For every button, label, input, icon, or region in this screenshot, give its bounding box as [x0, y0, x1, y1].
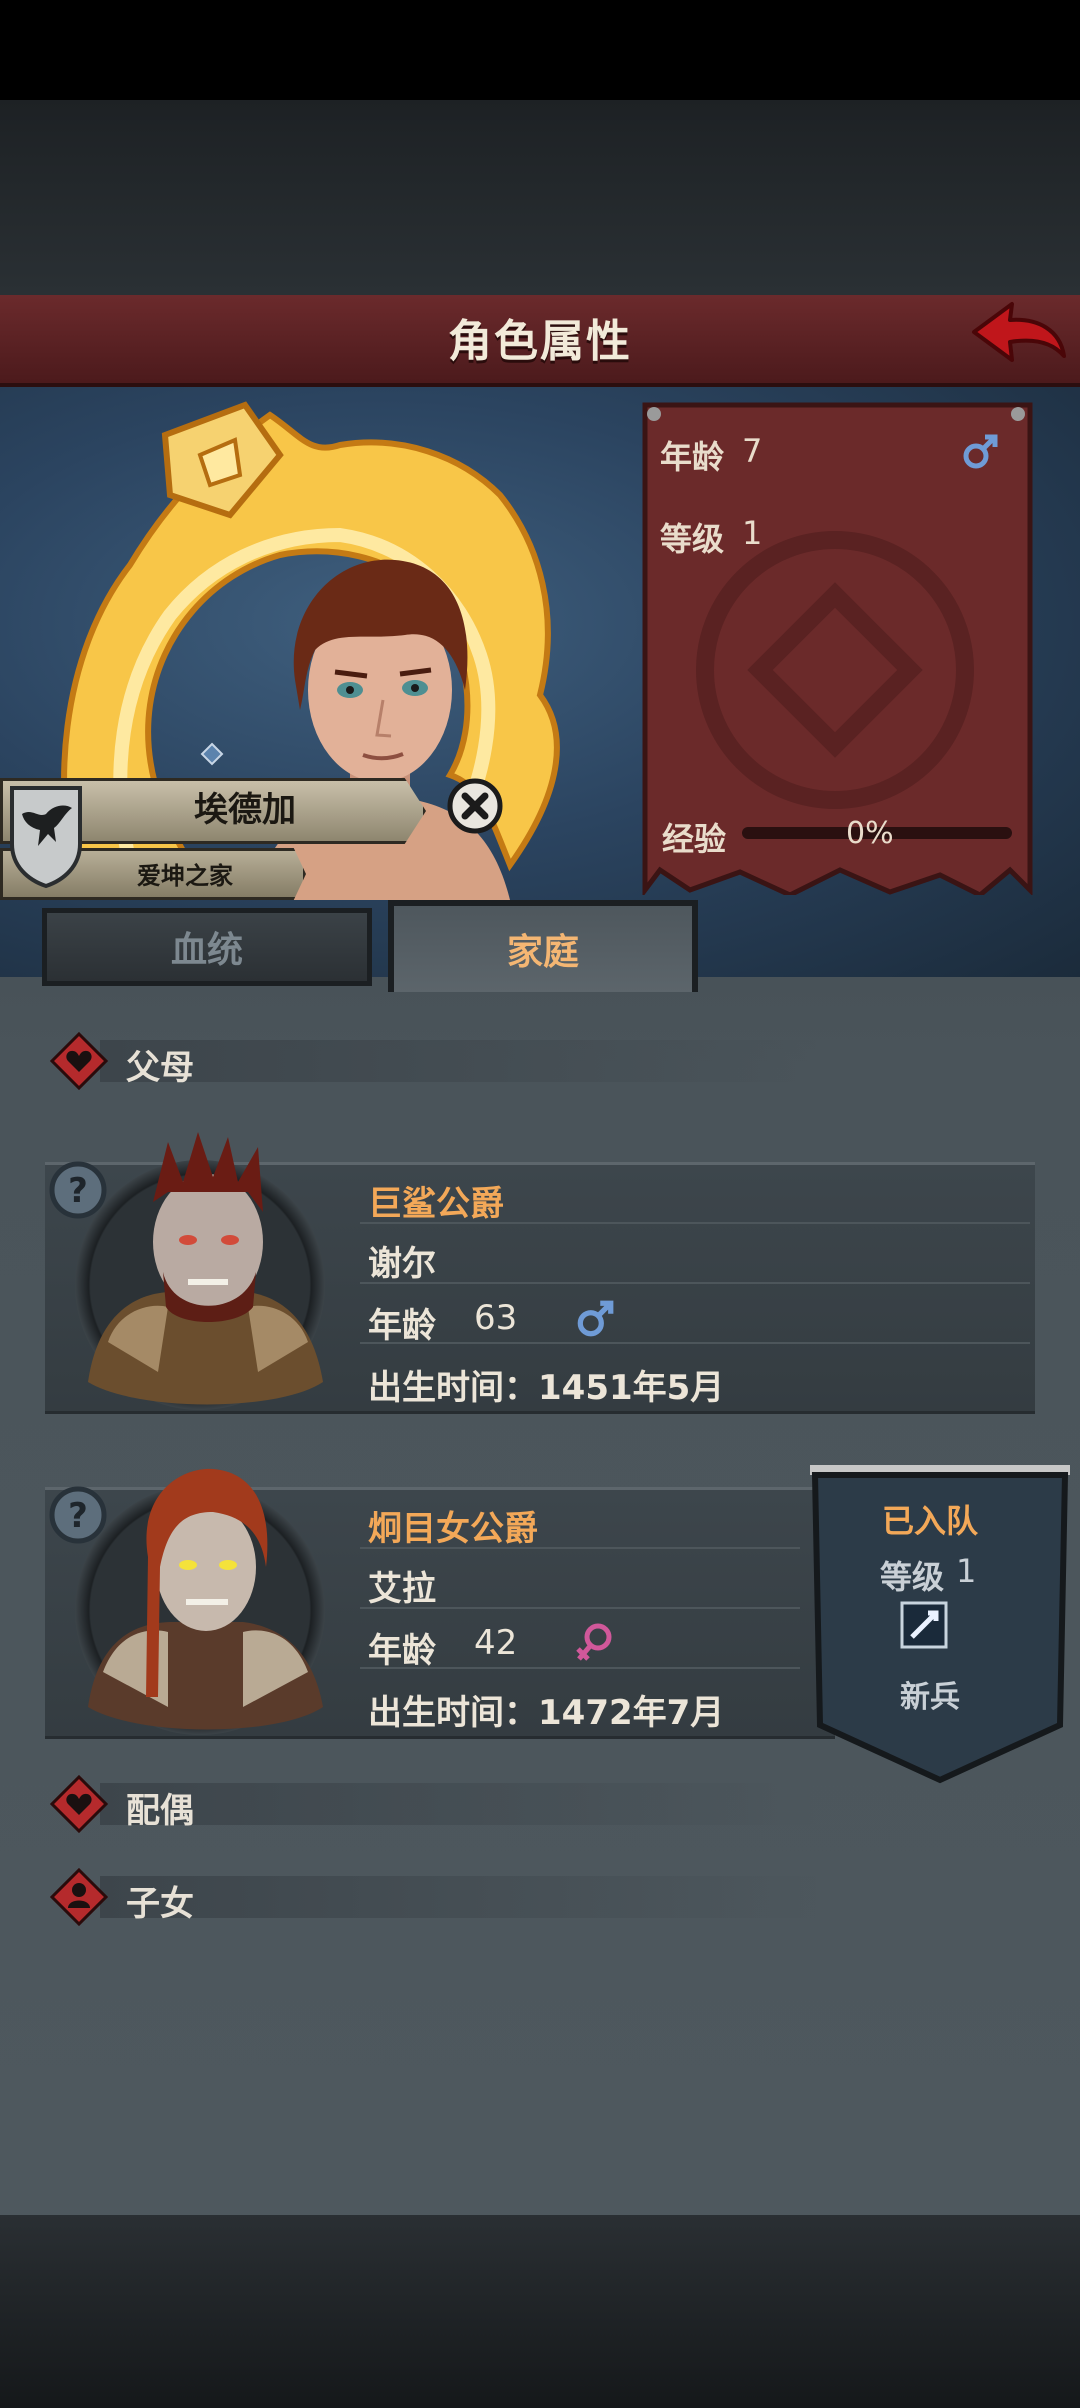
exp-value: 0%	[846, 816, 894, 851]
character-portrait	[255, 559, 510, 900]
children-icon	[50, 1868, 108, 1926]
parent-birth: 出生时间：1451年5月	[368, 1368, 725, 1408]
section-children: 子女	[50, 1868, 830, 1926]
parent-portrait	[88, 1468, 323, 1730]
heart-icon	[50, 1775, 108, 1833]
dismiss-button[interactable]	[447, 778, 503, 834]
parent-card[interactable]: ? 巨鲨公爵 谢尔 年龄 63 出生时间：1451年5月	[0, 1132, 1080, 1414]
close-icon	[447, 778, 503, 834]
bottom-backdrop	[0, 2215, 1080, 2408]
team-level-value: 1	[956, 1552, 977, 1590]
parent-age-label: 年龄	[368, 1631, 436, 1671]
age-label: 年龄	[660, 438, 725, 476]
age-value: 7	[742, 432, 763, 470]
male-icon	[577, 1300, 614, 1337]
tab-family[interactable]: 家庭	[388, 900, 698, 992]
parent-name: 谢尔	[368, 1244, 436, 1284]
parent-portrait	[88, 1132, 323, 1405]
section-label: 父母	[126, 1048, 194, 1088]
back-arrow-icon	[972, 302, 1066, 362]
help-icon[interactable]: ?	[48, 1485, 108, 1545]
section-parents: 父母	[50, 1032, 830, 1090]
help-icon[interactable]: ?	[48, 1160, 108, 1220]
section-label: 配偶	[126, 1791, 194, 1831]
team-status: 已入队	[881, 1502, 978, 1540]
parent-age-label: 年龄	[368, 1306, 436, 1346]
parent-age-value: 63	[474, 1298, 518, 1338]
house-crest-icon[interactable]	[8, 784, 84, 888]
section-label: 子女	[126, 1884, 194, 1924]
house-name: 爱坤之家	[137, 862, 233, 890]
exp-label: 经验	[662, 820, 727, 858]
parent-title: 炯目女公爵	[368, 1509, 538, 1549]
parent-birth: 出生时间：1472年7月	[368, 1693, 725, 1733]
back-button[interactable]	[968, 296, 1068, 376]
svg-text:?: ?	[68, 1496, 88, 1536]
page-title: 角色属性	[448, 316, 632, 367]
team-level-label: 等级	[880, 1558, 945, 1596]
team-rank: 新兵	[900, 1680, 960, 1715]
section-spouse: 配偶	[50, 1775, 830, 1833]
upgrade-marker-icon	[200, 742, 224, 766]
male-icon	[963, 434, 998, 469]
top-backdrop	[0, 100, 1080, 295]
heart-icon	[50, 1032, 108, 1090]
female-icon	[576, 1623, 612, 1661]
parent-name: 艾拉	[368, 1569, 436, 1609]
level-value: 1	[742, 514, 763, 552]
level-label: 等级	[660, 520, 725, 558]
parent-title: 巨鲨公爵	[368, 1184, 504, 1224]
tab-bloodline[interactable]: 血统	[42, 908, 372, 986]
parent-age-value: 42	[474, 1623, 518, 1663]
svg-text:?: ?	[68, 1171, 88, 1211]
character-name: 埃德加	[194, 790, 296, 830]
status-bar-area	[0, 0, 1080, 100]
